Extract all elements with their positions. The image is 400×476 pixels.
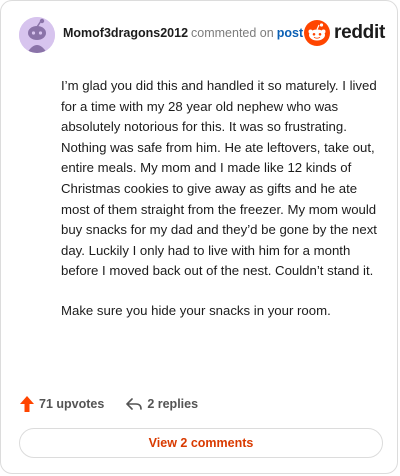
comment-header: Momof3dragons2012 commented on post reddit: [19, 15, 385, 55]
comment-body: I’m glad you did this and handled it so …: [61, 76, 379, 341]
reddit-logo-icon: [304, 20, 331, 46]
comment-paragraph-1: I’m glad you did this and handled it so …: [61, 78, 377, 279]
commented-on-text: commented on: [191, 26, 274, 40]
user-avatar[interactable]: [19, 17, 55, 53]
comment-card: Momof3dragons2012 commented on post reddit…: [0, 0, 398, 474]
upvote-button[interactable]: 71 upvotes: [19, 395, 104, 413]
reply-count: 2 replies: [147, 397, 199, 411]
comment-paragraph-2: Make sure you hide your snacks in your r…: [61, 302, 331, 318]
comment-footer: 71 upvotes 2 replies: [19, 392, 385, 416]
comment-meta: Momof3dragons2012 commented on post: [63, 26, 303, 40]
username-link[interactable]: Momof3dragons2012: [63, 26, 188, 40]
replies-button[interactable]: 2 replies: [125, 396, 198, 412]
reddit-wordmark: reddit: [334, 22, 385, 43]
post-link[interactable]: post: [277, 26, 303, 40]
upvote-arrow-icon: [20, 396, 34, 412]
reddit-brand[interactable]: reddit: [304, 19, 385, 47]
view-comments-button[interactable]: View 2 comments: [19, 428, 383, 458]
upvote-count: 71 upvotes: [39, 397, 105, 411]
reply-arrow-icon: [126, 398, 143, 410]
snoo-avatar-icon: [19, 17, 55, 53]
